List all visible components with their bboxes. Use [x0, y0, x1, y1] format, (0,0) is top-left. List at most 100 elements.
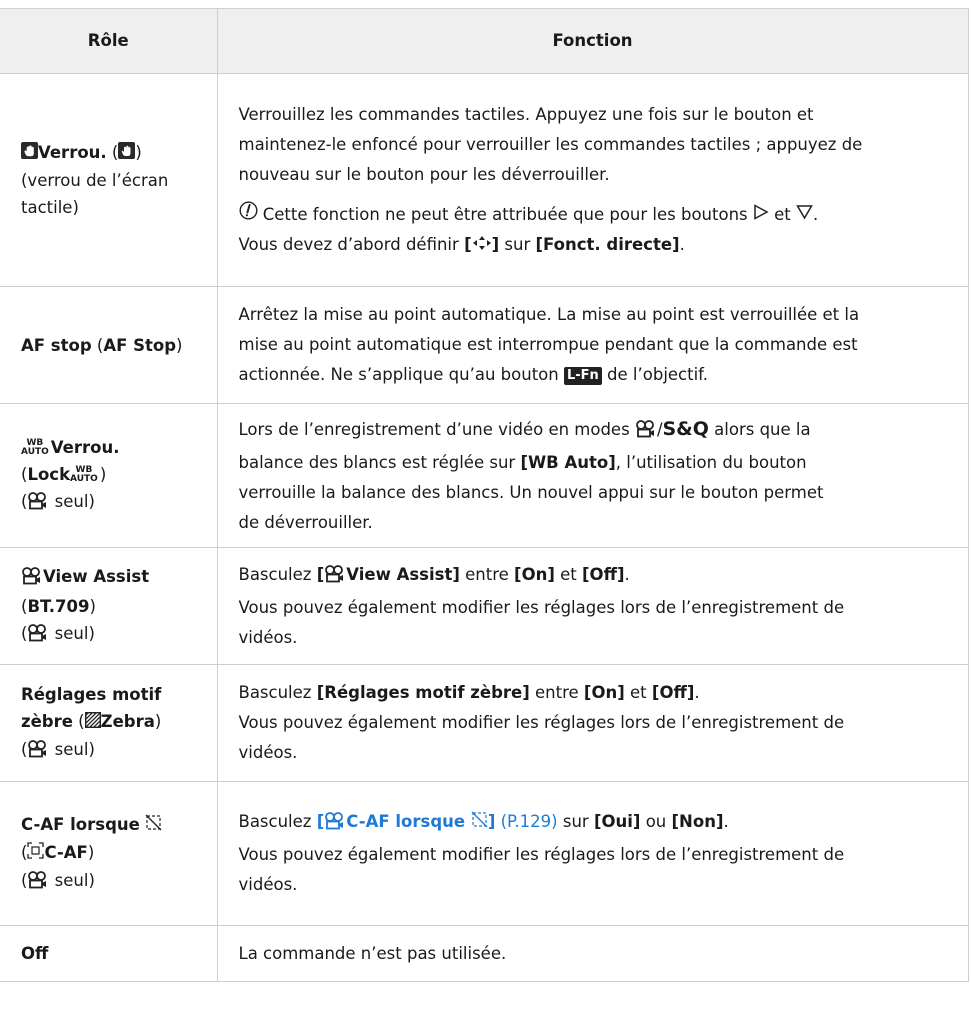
role-subtitle: tactile): [21, 198, 79, 217]
movie-icon: [27, 491, 47, 518]
role-alt: Zebra: [100, 711, 155, 731]
desc-line: vidéos.: [238, 627, 298, 647]
role-cell: WB AUTO Verrou. (Lock WB AUTO) ( seul): [0, 403, 218, 548]
desc-text: Lors de l’enregistrement d’une vidéo en …: [238, 419, 630, 439]
touch-lock-icon: [118, 140, 136, 167]
role-title: AF stop: [21, 335, 92, 355]
function-cell: Verrouillez les commandes tactiles. Appu…: [216, 73, 969, 287]
triangle-down-icon: [796, 200, 813, 230]
function-cell: La commande n’est pas utilisée.: [216, 925, 969, 982]
movie-icon: [27, 739, 47, 766]
link-bracket[interactable]: [: [317, 812, 325, 831]
link-label[interactable]: C-AF lorsque: [346, 812, 465, 831]
role-cell: AF stop (AF Stop): [0, 286, 218, 404]
function-cell: Basculez [C-AF lorsque ] (P.129) sur [Ou…: [216, 781, 969, 926]
header-role: Rôle: [0, 8, 218, 74]
lfn-icon: L-Fn: [563, 367, 602, 385]
role-title: Verrou.: [38, 143, 107, 162]
role-cell: View Assist (BT.709) ( seul): [0, 547, 218, 665]
desc-line: nouveau sur le bouton pour les déverroui…: [238, 164, 610, 184]
role-alt: AF Stop: [103, 335, 177, 355]
wb-bottom: AUTO: [21, 447, 49, 457]
movie-icon: [27, 623, 47, 650]
movie-icon: [324, 563, 344, 593]
af-target-icon: [27, 840, 45, 867]
setting-name: View Assist]: [346, 564, 460, 584]
slash-circle-icon[interactable]: [471, 808, 488, 838]
desc-line: de déverrouiller.: [238, 512, 373, 532]
role-subtitle: (verrou de l’écran: [21, 171, 169, 190]
desc-text: Basculez: [238, 812, 317, 831]
role-title: Verrou.: [50, 437, 120, 457]
desc-text: .: [624, 564, 630, 584]
desc-text: alors que la: [714, 419, 811, 439]
arrow-pad-icon: [472, 231, 492, 261]
wb-bottom: AUTO: [70, 474, 98, 484]
triangle-right-icon: [753, 200, 769, 230]
paren-open: (: [91, 335, 104, 355]
role-alt: Lock: [27, 464, 71, 484]
desc-line: vidéos.: [238, 743, 298, 762]
desc-line: Vous pouvez également modifier les régla…: [238, 713, 845, 732]
desc-text: entre: [459, 564, 515, 584]
role-cell: Off: [0, 925, 218, 982]
option-non: [Non]: [671, 812, 724, 831]
movie-icon: [21, 566, 41, 593]
note-text: sur: [499, 235, 536, 254]
desc-line: vidéos.: [238, 875, 298, 894]
option-on: [On]: [583, 683, 625, 702]
role-title: Off: [21, 944, 49, 963]
role-cell: C-AF lorsque (C-AF) ( seul): [0, 781, 218, 926]
paren-open: (: [106, 143, 119, 162]
page-link[interactable]: (P.129): [495, 812, 558, 831]
desc-text: Basculez: [238, 683, 317, 702]
paren-close: ): [176, 335, 183, 355]
only-label: seul): [49, 739, 95, 759]
role-cell: Verrou. () (verrou de l’écran tactile): [0, 73, 218, 287]
function-cell: Basculez [View Assist] entre [On] et [Of…: [216, 547, 969, 665]
desc-text: .: [723, 812, 729, 831]
note-text: et: [774, 204, 791, 224]
function-cell: Basculez [Réglages motif zèbre] entre [O…: [216, 664, 969, 782]
note-text: Vous devez d’abord définir: [238, 235, 459, 254]
function-cell: Lors de l’enregistrement d’une vidéo en …: [216, 403, 969, 548]
only-label: seul): [49, 491, 95, 511]
desc-text: ou: [640, 812, 672, 831]
desc-line: La commande n’est pas utilisée.: [238, 943, 507, 963]
note-text: Cette fonction ne peut être attribuée qu…: [262, 204, 748, 224]
only-label: seul): [49, 870, 95, 890]
function-cell: Arrêtez la mise au point automatique. La…: [216, 286, 969, 404]
movie-icon: [635, 418, 655, 448]
role-cell: Réglages motif zèbre (Zebra) ( seul): [0, 664, 218, 782]
paren-close: ): [99, 464, 107, 484]
paren-close: ): [135, 143, 142, 162]
role-title: zèbre: [21, 711, 73, 731]
role-title: C-AF lorsque: [21, 814, 140, 834]
table-row: AF stop (AF Stop) Arrêtez la mise au poi…: [0, 286, 969, 404]
table-row: View Assist (BT.709) ( seul) Basculez [V…: [0, 547, 969, 665]
wb-auto-icon: WB AUTO: [21, 439, 49, 457]
desc-text: et: [624, 683, 652, 702]
caution-note: Cette fonction ne peut être attribuée qu…: [238, 200, 946, 231]
touch-lock-icon: [21, 140, 38, 167]
desc-line: Verrouillez les commandes tactiles. Appu…: [238, 104, 814, 124]
movie-icon[interactable]: [324, 810, 344, 840]
paren-open: (: [72, 711, 85, 731]
desc-text: .: [694, 683, 700, 702]
desc-text: entre: [529, 683, 584, 702]
table-header-row: Rôle Fonction: [0, 8, 969, 74]
desc-text: balance des blancs est réglée sur: [238, 452, 521, 472]
movie-icon: [27, 870, 47, 897]
zebra-icon: [84, 709, 102, 736]
c-af-link[interactable]: [C-AF lorsque ]: [317, 811, 495, 831]
role-alt: C-AF: [44, 842, 88, 862]
slash-circle-icon: [145, 812, 162, 839]
option-on: [On]: [514, 564, 555, 584]
table-row: C-AF lorsque (C-AF) ( seul) Basculez [ C-…: [0, 781, 969, 926]
desc-text: Basculez: [238, 564, 317, 584]
option-off: [Off]: [582, 564, 625, 584]
table-row: Réglages motif zèbre (Zebra) ( seul) Bas…: [0, 664, 969, 782]
desc-line: maintenez-le enfoncé pour verrouiller le…: [238, 134, 863, 154]
desc-line: mise au point automatique est interrompu…: [238, 335, 858, 354]
desc-line: Arrêtez la mise au point automatique. La…: [238, 305, 860, 324]
